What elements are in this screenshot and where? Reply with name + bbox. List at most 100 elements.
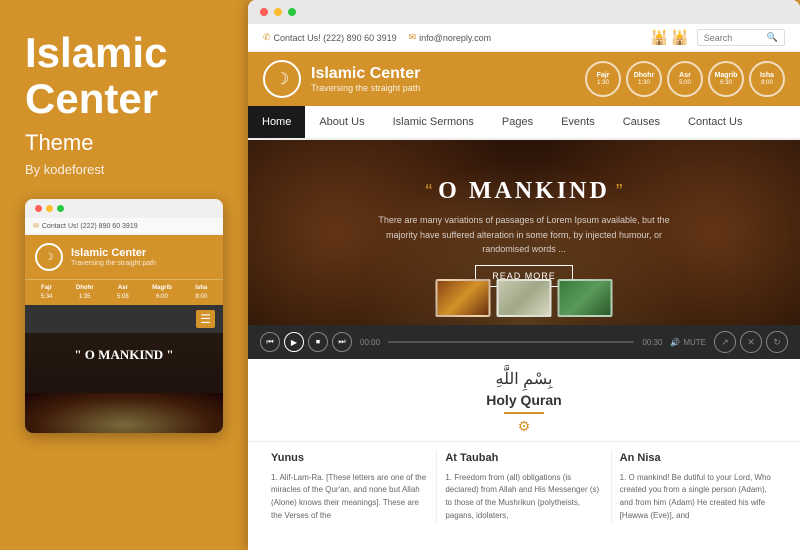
volume-icon: 🔊 bbox=[670, 338, 680, 347]
surah-nisa-text: 1. O mankind! Be dutiful to your Lord, W… bbox=[620, 472, 777, 523]
hero-section: “ O MANKIND ” There are many variations … bbox=[248, 140, 800, 325]
mobile-logo: ☽ bbox=[35, 243, 63, 271]
audio-info-button[interactable]: ↻ bbox=[766, 331, 788, 353]
surah-nisa-name: An Nisa bbox=[620, 450, 777, 468]
site-header: ☽ Islamic Center Traversing the straight… bbox=[248, 52, 800, 106]
mobile-prayer-times: Fajr 5:34 Dhohr 1:35 Asr 5:08 Magrib 6:0… bbox=[25, 279, 223, 305]
prayer-isha: Isha 8:00 bbox=[749, 61, 785, 97]
mobile-prayer-asr: Asr 5:08 bbox=[117, 284, 129, 301]
audio-prev-button[interactable]: ⏮ bbox=[260, 332, 280, 352]
surah-yunus-name: Yunus bbox=[271, 450, 428, 468]
site-name-block: Islamic Center Traversing the straight p… bbox=[311, 65, 420, 93]
search-input[interactable] bbox=[704, 33, 764, 43]
hero-thumb-2[interactable] bbox=[497, 279, 552, 317]
nav-pages[interactable]: Pages bbox=[488, 106, 547, 138]
audio-stop-button[interactable]: ⏹ bbox=[308, 332, 328, 352]
nav-causes[interactable]: Causes bbox=[609, 106, 674, 138]
browser-dot-yellow[interactable] bbox=[274, 8, 282, 16]
mobile-hero-text: " O MANKIND " bbox=[35, 347, 213, 363]
hero-quote-close: ” bbox=[616, 181, 623, 204]
mobile-prayer-isha: Isha 8:00 bbox=[195, 284, 207, 301]
audio-progress-bar[interactable] bbox=[388, 341, 634, 343]
left-subtitle: Theme bbox=[25, 130, 223, 156]
left-title: Islamic Center bbox=[25, 30, 223, 122]
prayer-magrib: Magrib 6:30 bbox=[708, 61, 744, 97]
contact-email: info@noreply.com bbox=[419, 33, 491, 43]
audio-share-button[interactable]: ↗ bbox=[714, 331, 736, 353]
search-icon: 🔍 bbox=[767, 32, 778, 43]
site-contact-bar: ✆ Contact Us! (222) 890 60 3919 ✉ info@n… bbox=[248, 24, 800, 52]
search-box[interactable]: 🔍 bbox=[697, 29, 785, 46]
mobile-prayer-magrib: Magrib 6:00 bbox=[152, 284, 172, 301]
hero-thumb-1[interactable] bbox=[436, 279, 491, 317]
site-nav: Home About Us Islamic Sermons Pages Even… bbox=[248, 106, 800, 140]
mobile-nav: ☰ bbox=[25, 305, 223, 333]
nav-events[interactable]: Events bbox=[547, 106, 609, 138]
contact-left: ✆ Contact Us! (222) 890 60 3919 ✉ info@n… bbox=[263, 32, 491, 43]
email-icon: ✉ bbox=[409, 32, 417, 43]
mobile-hero-image bbox=[25, 393, 223, 433]
surah-taubah-text: 1. Freedom from (all) obligations (is de… bbox=[445, 472, 602, 523]
quran-divider bbox=[504, 412, 544, 414]
nav-sermons[interactable]: Islamic Sermons bbox=[379, 106, 488, 138]
mobile-prayer-fajr: Fajr 5:34 bbox=[41, 284, 53, 301]
mosque-icon-2: 🕌 bbox=[671, 29, 688, 46]
mobile-prayer-dhohr: Dhohr 1:35 bbox=[76, 284, 94, 301]
audio-bar: ⏮ ▶ ⏹ ⏭ 00:00 00:30 🔊 MUTE ↗ ✕ ↻ bbox=[248, 325, 800, 359]
contact-phone-item: ✆ Contact Us! (222) 890 60 3919 bbox=[263, 32, 397, 43]
surah-nisa: An Nisa 1. O mankind! Be dutiful to your… bbox=[612, 450, 785, 523]
browser-dot-green[interactable] bbox=[288, 8, 296, 16]
mobile-dot-green bbox=[57, 205, 64, 212]
mobile-contact-bar: ✉ Contact Us! (222) 890 60 3919 bbox=[25, 218, 223, 235]
nav-home[interactable]: Home bbox=[248, 106, 305, 138]
hero-content: “ O MANKIND ” There are many variations … bbox=[304, 178, 744, 286]
mobile-hero: " O MANKIND " bbox=[25, 333, 223, 393]
mobile-site-tagline: Traversing the straight path bbox=[71, 260, 156, 267]
mobile-dot-yellow bbox=[46, 205, 53, 212]
audio-end-time: 00:30 bbox=[642, 338, 662, 347]
audio-mute-area: 🔊 MUTE bbox=[670, 338, 706, 347]
nav-about[interactable]: About Us bbox=[305, 106, 378, 138]
hero-thumbnails bbox=[436, 279, 613, 317]
quran-section: بِسْمِ اللَّهِ Holy Quran ⚙ bbox=[248, 359, 800, 442]
quran-icon: ⚙ bbox=[248, 418, 800, 435]
quran-title: Holy Quran bbox=[248, 392, 800, 408]
hero-thumb-3[interactable] bbox=[558, 279, 613, 317]
mosque-icons: 🕌 🕌 bbox=[651, 29, 689, 46]
mobile-site-info: Islamic Center Traversing the straight p… bbox=[71, 247, 156, 267]
site-name: Islamic Center bbox=[311, 65, 420, 83]
mobile-mockup: ✉ Contact Us! (222) 890 60 3919 ☽ Islami… bbox=[25, 199, 223, 433]
browser-dot-red[interactable] bbox=[260, 8, 268, 16]
contact-phone: Contact Us! (222) 890 60 3919 bbox=[274, 33, 397, 43]
prayer-asr: Asr 5:00 bbox=[667, 61, 703, 97]
mosque-icon-1: 🕌 bbox=[651, 29, 668, 46]
site-tagline: Traversing the straight path bbox=[311, 83, 420, 93]
contact-email-item: ✉ info@noreply.com bbox=[409, 32, 492, 43]
left-panel: Islamic Center Theme By kodeforest ✉ Con… bbox=[0, 0, 248, 550]
surah-taubah-name: At Taubah bbox=[445, 450, 602, 468]
mobile-menu-icon[interactable]: ☰ bbox=[196, 310, 215, 328]
audio-next-button[interactable]: ⏭ bbox=[332, 332, 352, 352]
audio-icon-buttons: ↗ ✕ ↻ bbox=[714, 331, 788, 353]
mobile-dot-red bbox=[35, 205, 42, 212]
hero-description: There are many variations of passages of… bbox=[364, 213, 684, 256]
mobile-contact-text: Contact Us! (222) 890 60 3919 bbox=[42, 223, 138, 230]
mute-label[interactable]: MUTE bbox=[683, 338, 706, 347]
hero-quote-open: “ bbox=[426, 181, 433, 204]
site-logo-area: ☽ Islamic Center Traversing the straight… bbox=[263, 60, 420, 98]
browser-mockup: ✆ Contact Us! (222) 890 60 3919 ✉ info@n… bbox=[248, 0, 800, 550]
audio-play-button[interactable]: ▶ bbox=[284, 332, 304, 352]
prayer-fajr: Fajr 1:30 bbox=[585, 61, 621, 97]
arabic-text: بِسْمِ اللَّهِ bbox=[248, 369, 800, 389]
surah-yunus-text: 1. Alif-Lam-Ra. [These letters are one o… bbox=[271, 472, 428, 523]
nav-contact[interactable]: Contact Us bbox=[674, 106, 756, 138]
audio-controls: ⏮ ▶ ⏹ ⏭ bbox=[260, 332, 352, 352]
mobile-site-name: Islamic Center bbox=[71, 247, 156, 260]
surahs-section: Yunus 1. Alif-Lam-Ra. [These letters are… bbox=[248, 442, 800, 531]
surah-taubah: At Taubah 1. Freedom from (all) obligati… bbox=[437, 450, 611, 523]
audio-start-time: 00:00 bbox=[360, 338, 380, 347]
prayer-times-row: Fajr 1:30 Dhohr 1:30 Asr 5:00 Magrib 6:3… bbox=[585, 61, 785, 97]
mobile-header: ☽ Islamic Center Traversing the straight… bbox=[25, 235, 223, 279]
audio-download-button[interactable]: ✕ bbox=[740, 331, 762, 353]
mobile-top-bar bbox=[25, 199, 223, 218]
